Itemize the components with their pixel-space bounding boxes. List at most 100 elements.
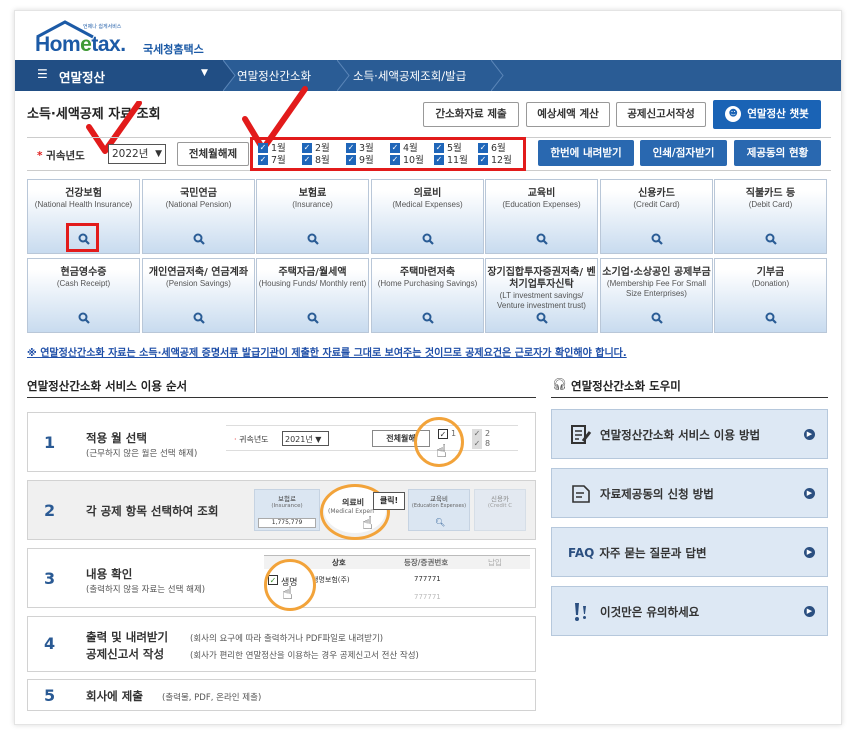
print-braille-button[interactable]: 인쇄/점자받기 [640,140,727,166]
month-label: 1월 [271,143,286,154]
month-checkbox-1[interactable]: ✓ 1월 [258,143,286,154]
tile-title: 개인연금저축/ 연금계좌 [148,267,249,278]
search-icon[interactable] [651,233,663,245]
consent-status-button[interactable]: 제공동의 현황 [734,140,821,166]
tile-title: 주택자금/월세액 [278,267,347,278]
logo-tagline: 언제나 쉽게서비스 [83,24,122,30]
search-icon[interactable] [536,233,548,245]
tile-subtitle: (Donation) [751,279,790,288]
search-icon[interactable] [307,233,319,245]
tile-title: 소기업·소상공인 공제부금 [602,267,711,278]
deduction-tile[interactable]: 현금영수증 (Cash Receipt) [27,258,140,333]
deduction-tile[interactable]: 의료비 (Medical Expenses) [371,179,484,254]
helper-usage-guide[interactable]: 연말정산간소화 서비스 이용 방법 ▶ [551,409,828,459]
illus-amount: 1,775,779 [258,518,316,528]
submit-data-button[interactable]: 간소화자료 제출 [423,102,519,127]
chatbot-label: 연말정산 챗봇 [747,108,809,120]
search-icon: 🔍︎ [435,518,446,527]
step-4: 4 출력 및 내려받기 (회사의 요구에 따라 출력하거나 PDF파일로 내려받… [27,616,536,672]
month-checkbox-6[interactable]: ✓ 6월 [478,143,506,154]
search-icon[interactable] [78,312,90,324]
deduction-tile[interactable]: 주택마련저축 (Home Purchasing Savings) [371,258,484,333]
deduction-tile[interactable]: 장기집합투자증권저축/ 벤처기업투자신탁 (LT investment savin… [485,258,598,333]
month-label: 9월 [359,155,374,166]
logo-brand: Hometax. [35,33,126,56]
search-icon[interactable] [422,312,434,324]
month-checkbox-7[interactable]: ✓ 7월 [258,155,286,166]
logo-brand-kr: 국세청홈택스 [143,43,204,56]
helper-cautions[interactable]: 이것만은 유의하세요 ▶ [551,586,828,636]
deselect-all-months-button[interactable]: 전체월해제 [177,142,249,166]
tile-title: 현금영수증 [60,267,107,278]
deduction-tile[interactable]: 교육비 (Education Expenses) [485,179,598,254]
tile-subtitle: (National Health Insurance) [34,200,133,209]
deduction-tile[interactable]: 소기업·소상공인 공제부금 (Membership Fee For Small S… [600,258,713,333]
month-checkbox-3[interactable]: ✓ 3월 [346,143,374,154]
helper-consent-guide[interactable]: 자료제공동의 신청 방법 ▶ [551,468,828,518]
month-checkbox-5[interactable]: ✓ 5월 [434,143,462,154]
deduction-tile[interactable]: 직불카드 등 (Debit Card) [714,179,827,254]
tile-title: 신용카드 [638,188,675,199]
illus-year-select: 2021년 ▼ [282,431,329,446]
step-desc: (근무하지 않은 월은 선택 해제) [86,449,198,459]
illus-month-8: ✓ 8 [472,439,491,449]
year-select[interactable]: 2022년 ▼ [108,144,166,164]
tile-subtitle: (Medical Expenses) [392,200,463,209]
deduction-tile[interactable]: 개인연금저축/ 연금계좌 (Pension Savings) [142,258,255,333]
month-checkbox-11[interactable]: ✓ 11월 [434,155,468,166]
checkbox-checked-icon: ✓ [258,155,268,165]
search-icon[interactable] [765,312,777,324]
deduction-tile[interactable]: 기부금 (Donation) [714,258,827,333]
search-icon[interactable] [193,233,205,245]
deduction-form-button[interactable]: 공제신고서작성 [616,102,706,127]
hometax-logo[interactable]: 언제나 쉽게서비스 Hometax. 국세청홈택스 [35,19,215,57]
caret-down-icon: ▼ [201,68,208,78]
search-icon[interactable] [307,312,319,324]
month-label: 2월 [315,143,330,154]
deduction-tile[interactable]: 신용카드 (Credit Card) [600,179,713,254]
nav-bar: ☰ 연말정산 ▼ 연말정산간소화 소득·세액공제조회/발급 [15,60,841,91]
month-checkbox-2[interactable]: ✓ 2월 [302,143,330,154]
helper-faq[interactable]: FAQ 자주 묻는 질문과 답변 ▶ [551,527,828,577]
breadcrumb-item-1[interactable]: 연말정산간소화 [237,68,311,84]
breadcrumb-item-2[interactable]: 소득·세액공제조회/발급 [353,68,466,84]
tile-title: 보험료 [298,188,327,199]
month-checkbox-12[interactable]: ✓ 12월 [478,155,512,166]
month-label: 10월 [403,155,424,166]
estimate-tax-button[interactable]: 예상세액 계산 [526,102,610,127]
search-icon[interactable] [536,312,548,324]
step-desc: (출력물, PDF, 온라인 제출) [162,693,262,703]
tile-subtitle: (LT investment savings/ Venture investme… [497,291,586,310]
warning-icon [575,603,586,621]
helper-label: 연말정산간소화 서비스 이용 방법 [600,428,761,442]
month-checkbox-9[interactable]: ✓ 9월 [346,155,374,166]
checkbox-checked-icon: ✓ [302,155,312,165]
pointer-hand-icon: ☝ [362,513,373,534]
step-title: 적용 월 선택 [86,431,147,445]
search-icon[interactable] [193,312,205,324]
nav-menu-button[interactable]: ☰ 연말정산 ▼ [15,60,223,91]
deduction-tile[interactable]: 국민연금 (National Pension) [142,179,255,254]
tile-title: 직불카드 등 [745,188,796,199]
step-desc: (회사의 요구에 따라 출력하거나 PDF파일로 내려받기) [190,634,384,644]
month-label: 11월 [447,155,468,166]
search-icon[interactable] [651,312,663,324]
month-checkbox-10[interactable]: ✓ 10월 [390,155,424,166]
tile-subtitle: (Education Expenses) [502,200,581,209]
arrow-right-icon: ▶ [804,606,815,617]
month-checkbox-4[interactable]: ✓ 4월 [390,143,418,154]
checkbox-checked-icon: ✓ [390,155,400,165]
search-icon[interactable] [422,233,434,245]
breadcrumb-separator-icon [337,60,350,91]
download-all-button[interactable]: 한번에 내려받기 [538,140,634,166]
deduction-tile[interactable]: 보험료 (Insurance) [256,179,369,254]
chatbot-button[interactable]: ☻ 연말정산 챗봇 [713,100,821,129]
step-number: 2 [44,501,56,520]
deduction-tile[interactable]: 주택자금/월세액 (Housing Funds/ Monthly rent) [256,258,369,333]
month-checkbox-8[interactable]: ✓ 8월 [302,155,330,166]
pointer-hand-icon: ☝ [436,441,447,462]
search-icon[interactable] [765,233,777,245]
headset-icon: 🎧︎ [552,377,568,391]
tile-title: 건강보험 [65,188,102,199]
month-label: 7월 [271,155,286,166]
